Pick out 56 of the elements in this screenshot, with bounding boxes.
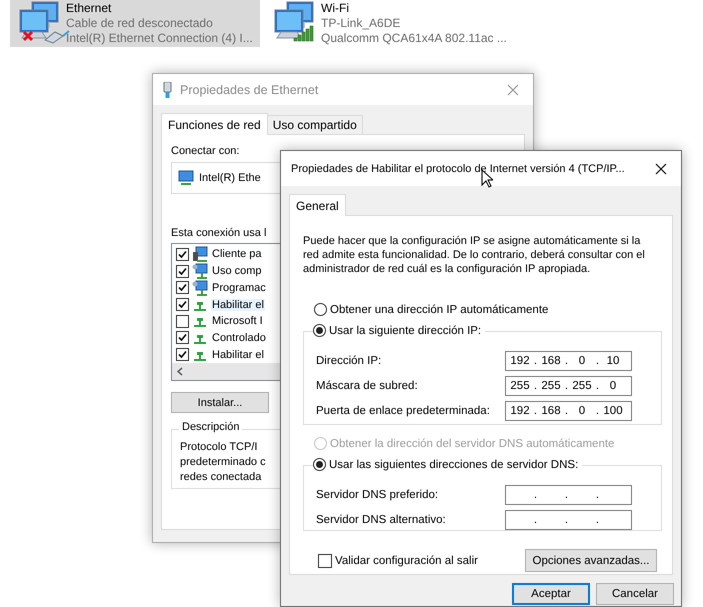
description-text: Protocolo TCP/I — [180, 440, 258, 455]
checkbox[interactable] — [176, 314, 189, 328]
adapter-status: TP-Link_A6DE — [321, 16, 402, 31]
adapter-device: Intel(R) Ethernet Connection (4) I... — [66, 31, 253, 46]
ip-address-field[interactable]: . . . — [505, 484, 632, 504]
list-item[interactable]: Microsoft I — [211, 315, 264, 328]
network-plug-icon — [163, 82, 172, 98]
computer-icon — [178, 170, 194, 186]
list-item[interactable]: Controlado — [211, 332, 267, 344]
list-item[interactable]: Habilitar el — [211, 298, 265, 311]
checkbox[interactable] — [176, 281, 189, 294]
checkbox[interactable] — [176, 348, 189, 362]
list-item[interactable]: Habilitar el — [211, 348, 265, 361]
dialog-button[interactable]: Cancelar — [596, 583, 674, 605]
field-label: Puerta de enlace predeterminada: — [316, 404, 490, 416]
network-adapter-item[interactable]: Ethernet Cable de red desconectado Intel(R) Ethernet Connection (4) I... — [10, 0, 260, 47]
list-item[interactable]: Programac — [211, 282, 267, 294]
tab[interactable]: Uso compartido — [266, 115, 363, 134]
field-label: Máscara de subred: — [316, 380, 418, 392]
tab[interactable]: General — [289, 194, 346, 216]
checkbox[interactable] — [176, 248, 189, 261]
close-icon[interactable] — [655, 162, 667, 174]
validate-checkbox[interactable]: Validar configuración al salir — [318, 554, 478, 568]
computer-icon — [192, 263, 208, 280]
list-item[interactable]: Uso comp — [211, 265, 263, 278]
ip-address-field[interactable]: 255 . 255 . 255 . 0 — [505, 376, 632, 396]
computer-icon — [192, 280, 208, 296]
field-label: Servidor DNS preferido: — [316, 488, 438, 500]
adapter-name: Wi-Fi — [321, 1, 350, 16]
radio-button[interactable]: Obtener una dirección IP automáticamente — [314, 303, 548, 316]
window-title: Propiedades de Ethernet — [179, 82, 320, 96]
adapter-status: Cable de red desconectado — [66, 16, 214, 31]
ip-address-field[interactable]: 192 . 168 . 0 . 10 — [505, 350, 632, 370]
group-legend: Descripción — [179, 421, 242, 433]
dialog-button[interactable]: Aceptar — [512, 583, 590, 605]
ip-address-field[interactable]: 192 . 168 . 0 . 100 — [505, 400, 632, 420]
checkbox[interactable] — [176, 298, 189, 312]
tab[interactable]: Funciones de red — [161, 113, 268, 135]
adapter-name: Intel(R) Ethe — [199, 172, 261, 184]
field-label: Servidor DNS alternativo: — [316, 514, 446, 526]
checkbox[interactable] — [176, 264, 189, 278]
advanced-options-button[interactable]: Opciones avanzadas... — [525, 549, 657, 572]
checkbox[interactable] — [176, 331, 189, 344]
ip-address-field[interactable]: . . . — [505, 510, 632, 530]
field-label: Dirección IP: — [316, 354, 382, 366]
intro-text: Puede hacer que la configuración IP se asigne automáticamente si la red admite esta funcionalidad. De lo contrario, deberá consultar con el administrador de red cuál es la configuración IP apropiada. — [303, 234, 646, 276]
description-text: predeterminado c — [180, 455, 266, 470]
computer-icon — [192, 246, 208, 262]
adapter-name: Ethernet — [66, 1, 112, 16]
connect-label: Conectar con: — [171, 145, 240, 157]
adapter-device: Qualcomm QCA61x4A 802.11ac ... — [321, 31, 507, 46]
description-text: redes conectada — [180, 470, 262, 485]
install-button[interactable]: Instalar... — [171, 392, 269, 413]
items-label: Esta conexión usa l — [171, 227, 266, 239]
list-item[interactable]: Cliente pa — [211, 248, 263, 260]
network-adapter-item[interactable]: Wi-Fi TP-Link_A6DE Qualcomm QCA61x4A 802.11ac ... — [265, 0, 525, 47]
